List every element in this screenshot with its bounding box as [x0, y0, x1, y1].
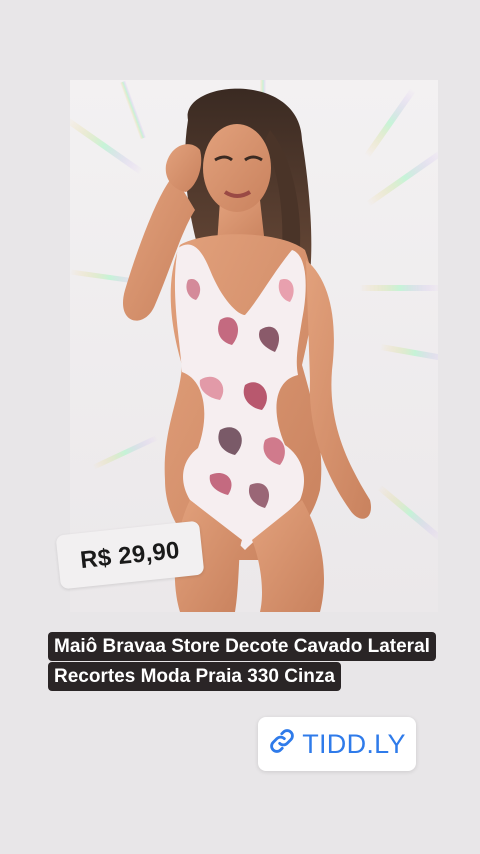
link-sticker[interactable]: TIDD.LY	[258, 717, 416, 771]
story-frame: R$ 29,90 Maiô Bravaa Store Decote Cavado…	[0, 0, 480, 854]
link-icon	[268, 727, 296, 762]
link-sticker-label: TIDD.LY	[302, 728, 406, 759]
product-title-text: Maiô Bravaa Store Decote Cavado Lateral …	[48, 632, 436, 691]
product-title: Maiô Bravaa Store Decote Cavado Lateral …	[48, 632, 438, 692]
